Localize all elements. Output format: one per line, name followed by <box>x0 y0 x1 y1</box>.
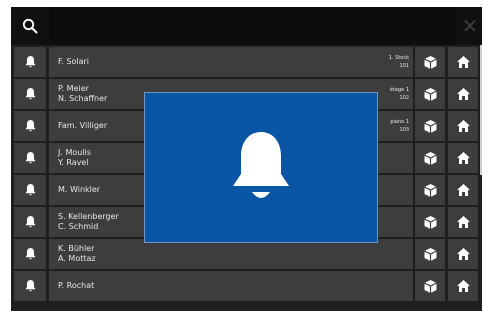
resident-name-line1: S. Kellenberger <box>58 212 119 221</box>
resident-name-cell[interactable]: K. Bühler A. Mottaz <box>49 239 413 269</box>
resident-names: S. Kellenberger C. Schmid <box>58 207 119 237</box>
ring-button[interactable] <box>14 271 46 301</box>
bell-icon <box>25 184 35 196</box>
resident-name-line2: N. Schaffner <box>58 94 108 103</box>
floor-info: 1. Stock 101 <box>389 47 409 77</box>
package-icon <box>423 119 437 133</box>
bell-icon <box>25 152 35 164</box>
ring-button[interactable] <box>14 175 46 205</box>
resident-names: M. Winkler <box>58 175 100 205</box>
resident-name-line2: C. Schmid <box>58 222 99 231</box>
package-icon <box>423 215 437 229</box>
home-button[interactable] <box>448 79 478 109</box>
home-icon <box>456 56 470 68</box>
package-icon <box>423 279 437 293</box>
resident-names: J. Moulis Y. Ravel <box>58 143 91 173</box>
bell-icon <box>25 216 35 228</box>
package-icon <box>423 151 437 165</box>
apartment-number: 103 <box>399 127 409 133</box>
home-button[interactable] <box>448 207 478 237</box>
search-button[interactable] <box>11 7 49 45</box>
home-button[interactable] <box>448 175 478 205</box>
search-input[interactable] <box>49 7 456 45</box>
floor-info: piano 1 103 <box>390 111 409 141</box>
package-button[interactable] <box>415 175 445 205</box>
home-icon <box>456 216 470 228</box>
package-button[interactable] <box>415 79 445 109</box>
top-bar: ✕ <box>11 7 482 45</box>
resident-names: F. Solari <box>58 47 89 77</box>
resident-name-cell[interactable]: P. Rochat <box>49 271 413 301</box>
resident-name-line2: A. Mottaz <box>58 254 96 263</box>
bell-icon <box>233 131 289 198</box>
resident-names: Fam. Villiger <box>58 111 107 141</box>
floor-label: étage 1 <box>389 87 409 93</box>
package-icon <box>423 183 437 197</box>
home-icon <box>456 88 470 100</box>
package-button[interactable] <box>415 271 445 301</box>
package-button[interactable] <box>415 239 445 269</box>
resident-name-line2: Y. Ravel <box>58 158 89 167</box>
intercom-screen: ✕ F. Solari 1. Stock 101 P. Meier N. Schaffn… <box>11 7 482 311</box>
resident-name-line1: Fam. Villiger <box>58 121 108 130</box>
home-button[interactable] <box>448 143 478 173</box>
ring-button[interactable] <box>14 143 46 173</box>
close-button[interactable]: ✕ <box>458 7 482 45</box>
bell-icon <box>25 120 35 132</box>
home-icon <box>456 248 470 260</box>
resident-name-cell[interactable]: F. Solari 1. Stock 101 <box>49 47 413 77</box>
resident-names: K. Bühler A. Mottaz <box>58 239 96 269</box>
package-button[interactable] <box>415 143 445 173</box>
close-icon: ✕ <box>461 14 479 38</box>
resident-name-line1: P. Rochat <box>58 281 95 290</box>
list-item[interactable]: K. Bühler A. Mottaz <box>11 239 482 269</box>
floor-info: étage 1 102 <box>390 79 409 109</box>
bell-icon <box>25 88 35 100</box>
resident-name-line1: F. Solari <box>58 57 90 66</box>
ring-button[interactable] <box>14 47 46 77</box>
ring-button[interactable] <box>14 239 46 269</box>
package-icon <box>423 55 437 69</box>
ringing-overlay <box>144 92 378 243</box>
resident-name-line1: J. Moulis <box>58 148 91 157</box>
home-icon <box>456 184 470 196</box>
package-button[interactable] <box>415 47 445 77</box>
resident-names: P. Meier N. Schaffner <box>58 79 107 109</box>
resident-name-line1: P. Meier <box>58 84 89 93</box>
bell-icon <box>25 280 35 292</box>
list-item[interactable]: F. Solari 1. Stock 101 <box>11 47 482 77</box>
bell-icon <box>25 56 35 68</box>
search-icon <box>22 18 38 34</box>
home-icon <box>456 280 470 292</box>
resident-name-line1: M. Winkler <box>58 185 101 194</box>
list-item[interactable]: P. Rochat <box>11 271 482 301</box>
home-button[interactable] <box>448 47 478 77</box>
home-icon <box>456 120 470 132</box>
package-button[interactable] <box>415 207 445 237</box>
apartment-number: 101 <box>399 63 409 69</box>
ring-button[interactable] <box>14 207 46 237</box>
bell-icon <box>25 248 35 260</box>
apartment-number: 102 <box>399 95 409 101</box>
package-icon <box>423 247 437 261</box>
package-button[interactable] <box>415 111 445 141</box>
scrollbar[interactable] <box>480 45 482 175</box>
package-icon <box>423 87 437 101</box>
floor-label: piano 1 <box>390 119 409 125</box>
home-icon <box>456 152 470 164</box>
ring-button[interactable] <box>14 111 46 141</box>
ring-button[interactable] <box>14 79 46 109</box>
home-button[interactable] <box>448 111 478 141</box>
resident-name-line1: K. Bühler <box>58 244 95 253</box>
floor-label: 1. Stock <box>388 55 409 61</box>
home-button[interactable] <box>448 239 478 269</box>
resident-names: P. Rochat <box>58 271 94 301</box>
home-button[interactable] <box>448 271 478 301</box>
